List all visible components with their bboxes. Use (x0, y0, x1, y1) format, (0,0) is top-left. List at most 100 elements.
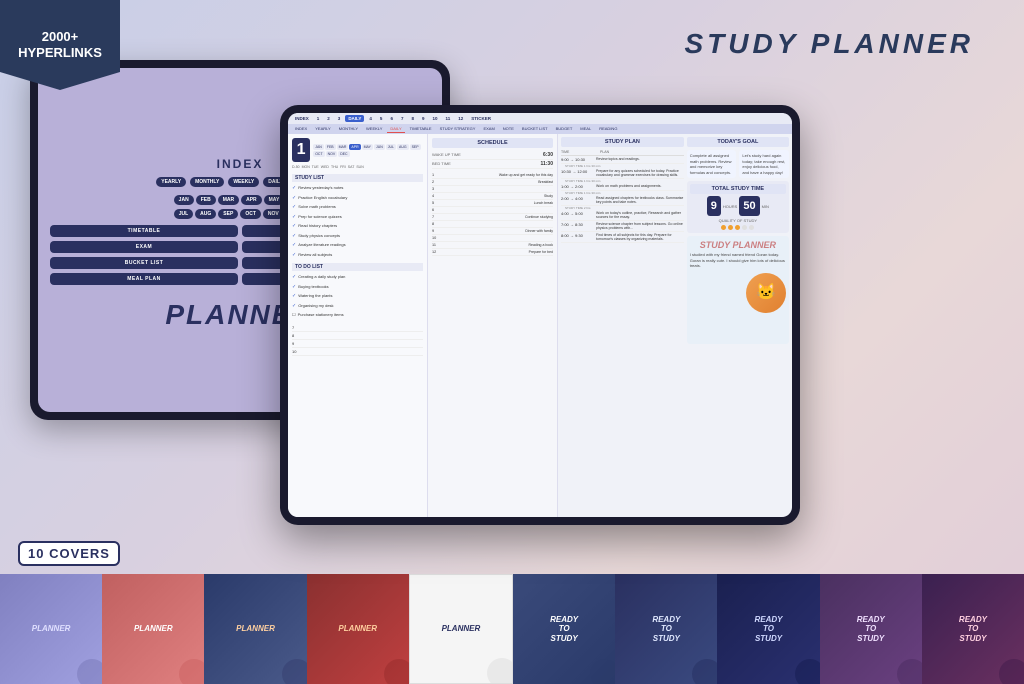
nav-6[interactable]: 6 (387, 115, 396, 122)
left-panel: 1 JAN FEB MAR APR MAY JUN JUL AUG SEP OC… (288, 134, 428, 517)
dp-jan[interactable]: JAN (313, 144, 324, 150)
cover-thumb-4[interactable]: PLANNER (307, 574, 409, 684)
dp-may[interactable]: MAY (362, 144, 373, 150)
month-mar[interactable]: MAR (218, 195, 239, 205)
nav-4[interactable]: 4 (366, 115, 375, 122)
sp-row-5: 4:00 → 5:00 Work on today's outline, pra… (561, 210, 684, 221)
grid-meal-plan[interactable]: MEAL PLAN (50, 273, 238, 285)
month-jul[interactable]: JUL (174, 209, 193, 219)
index-title: INDEX (217, 157, 264, 171)
goal-text-1: Complete all assigned math problems. Rev… (690, 153, 734, 175)
nav-3[interactable]: 3 (335, 115, 344, 122)
study-plan-col: STUDY PLAN TIME PLAN 9:00 → 10:30 Review… (561, 137, 684, 344)
d-50: D-50 (292, 165, 300, 169)
dp-apr[interactable]: APR (349, 144, 360, 150)
nav-index[interactable]: INDEX (292, 115, 312, 122)
cover-thumb-10[interactable]: READYTOSTUDY (922, 574, 1024, 684)
goal-box-2: Let's study hard again today; take enoug… (739, 150, 789, 178)
right-section: STUDY PLAN TIME PLAN 9:00 → 10:30 Review… (558, 134, 792, 517)
study-item-5: ✓Read history chapters (292, 223, 423, 230)
dp-nov[interactable]: NOV (326, 151, 338, 157)
cover-thumb-5[interactable]: PLANNER (409, 574, 513, 684)
month-aug[interactable]: AUG (195, 209, 216, 219)
dp-sep[interactable]: SEP (410, 144, 421, 150)
sub-exam[interactable]: EXAM (480, 125, 497, 133)
nav-8[interactable]: 8 (408, 115, 417, 122)
cover-thumb-2[interactable]: PLANNER (102, 574, 204, 684)
cover-thumb-1[interactable]: PLANNER (0, 574, 102, 684)
nav-11[interactable]: 11 (443, 115, 454, 122)
nav-sticker-top[interactable]: STICKER (468, 115, 494, 122)
nav-5[interactable]: 5 (377, 115, 386, 122)
dp-oct[interactable]: OCT (313, 151, 324, 157)
dp-aug[interactable]: AUG (397, 144, 409, 150)
goals-col: TODAY'S GOAL Complete all assigned math … (687, 137, 789, 344)
sub-budget[interactable]: BUDGET (553, 125, 576, 133)
dp-jul[interactable]: JUL (386, 144, 396, 150)
grid-bucket-list[interactable]: BUCKET LIST (50, 257, 238, 269)
total-time-box: TOTAL STUDY TIME 9 HOURS 50 MIN QUALITY … (687, 181, 789, 233)
month-feb[interactable]: FEB (196, 195, 216, 205)
nav-9[interactable]: 9 (419, 115, 428, 122)
month-apr[interactable]: APR (241, 195, 262, 205)
nav-daily-active[interactable]: DAILY (345, 115, 364, 122)
dp-mar[interactable]: MAR (337, 144, 349, 150)
dp-feb[interactable]: FEB (325, 144, 336, 150)
cover-thumb-6[interactable]: READYTOSTUDY (513, 574, 615, 684)
nav-7[interactable]: 7 (398, 115, 407, 122)
cover-text-9: READYTOSTUDY (857, 615, 885, 644)
date-month-pills: JAN FEB MAR APR MAY JUN JUL AUG SEP OCT … (313, 144, 423, 157)
nav-yearly[interactable]: YEARLY (156, 177, 186, 187)
nav-1[interactable]: 1 (314, 115, 323, 122)
number-rows: 7 8 9 10 (292, 324, 423, 356)
banner-line1: 2000+ (42, 29, 79, 45)
cover-thumb-9[interactable]: READYTOSTUDY (820, 574, 922, 684)
sp-row-7: 8:00 → 9:30 Find times of all subjects f… (561, 232, 684, 243)
sub-weekly[interactable]: WEEKLY (363, 125, 385, 133)
nav-10[interactable]: 10 (430, 115, 441, 122)
month-oct[interactable]: OCT (240, 209, 261, 219)
nav-12[interactable]: 12 (455, 115, 466, 122)
month-sep[interactable]: SEP (218, 209, 238, 219)
sub-nav-bar: INDEX YEARLY MONTHLY WEEKLY DAILY TIMETA… (288, 124, 792, 134)
nav-2[interactable]: 2 (324, 115, 333, 122)
study-item-1: ✓Review yesterday's notes (292, 185, 423, 192)
sub-note[interactable]: NOTE (500, 125, 517, 133)
sub-bucket[interactable]: BUCKET LIST (519, 125, 551, 133)
cover-thumb-7[interactable]: READYTOSTUDY (615, 574, 717, 684)
sub-daily[interactable]: DAILY (387, 125, 404, 133)
schedule-header: SCHEDULE (432, 138, 553, 148)
dp-jun[interactable]: JUN (374, 144, 385, 150)
sub-timetable[interactable]: TIMETABLE (407, 125, 435, 133)
sp-row-1: 9:00 → 10:30 Review topics and readings. (561, 156, 684, 164)
grid-exam[interactable]: EXAM (50, 241, 238, 253)
sub-monthly[interactable]: MONTHLY (336, 125, 361, 133)
cover-thumb-8[interactable]: READYTOSTUDY (717, 574, 819, 684)
sub-reading[interactable]: READING (596, 125, 620, 133)
cover-text-8: READYTOSTUDY (755, 615, 783, 644)
sub-yearly[interactable]: YEARLY (312, 125, 334, 133)
plan-col-header: PLAN (600, 150, 684, 154)
study-item-3: ✓Solve math problems (292, 204, 423, 211)
dp-dec[interactable]: DEC (338, 151, 349, 157)
cover-text-2: PLANNER (134, 624, 173, 634)
nav-monthly[interactable]: MONTHLY (190, 177, 224, 187)
sub-meal[interactable]: MEAL (577, 125, 594, 133)
todo-item-1: ✓Creating a daily study plan (292, 274, 423, 281)
cover-circle-8 (795, 659, 820, 684)
cover-thumb-3[interactable]: PLANNER (204, 574, 306, 684)
watermark: STUDY PLANNER (690, 239, 786, 252)
grid-timetable[interactable]: TIMETABLE (50, 225, 238, 237)
nav-weekly[interactable]: WEEKLY (228, 177, 259, 187)
study-item-7: ✓Analyze literature readings (292, 242, 423, 249)
content-area: 1 JAN FEB MAR APR MAY JUN JUL AUG SEP OC… (288, 134, 792, 517)
month-jan[interactable]: JAN (174, 195, 194, 205)
memo-box: STUDY PLANNER I studied with my friend n… (687, 236, 789, 344)
day-thu: THU (331, 165, 338, 169)
cat-container: 🐱 (690, 273, 786, 313)
day-mon: MON (302, 165, 310, 169)
sub-index[interactable]: INDEX (292, 125, 310, 133)
goal-box-1: Complete all assigned math problems. Rev… (687, 150, 737, 178)
covers-section: PLANNER PLANNER PLANNER PLANNER PLANNER … (0, 574, 1024, 684)
sub-strategy[interactable]: STUDY STRATEGY (437, 125, 479, 133)
